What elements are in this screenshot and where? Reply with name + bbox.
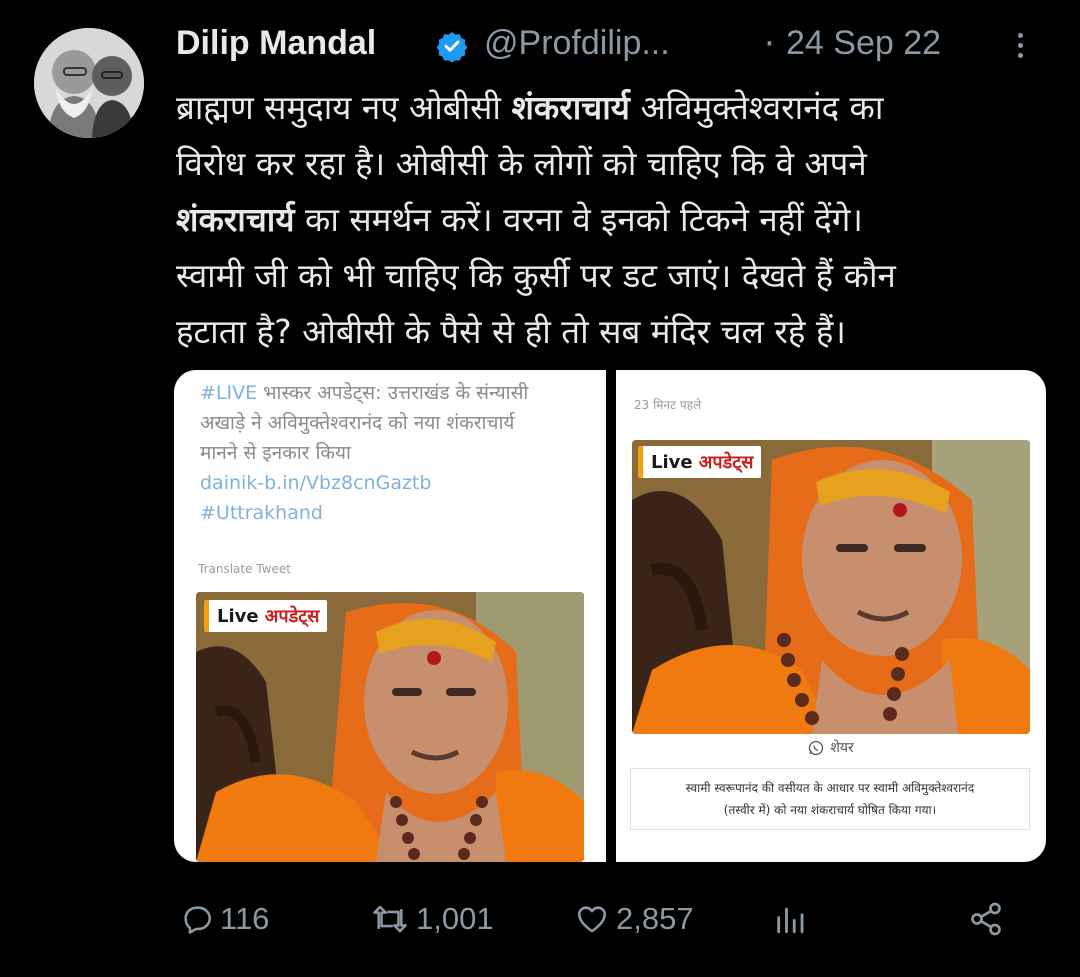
tweet-line-3: शंकराचार्य का समर्थन करें। वरना वे इनको … [176,200,863,239]
tweet-line-2: विरोध कर रहा है। ओबीसी के लोगों को चाहिए… [176,144,867,183]
separator-dot: · [764,24,775,64]
views-icon [777,907,804,934]
like-button[interactable]: 2,857 [574,893,694,945]
reply-button[interactable]: 116 [180,893,269,945]
swami-photo-right [632,440,1030,734]
live-hashtag: #LIVE [200,382,258,404]
embedded-hashtag: #Uttrakhand [200,502,323,524]
tweet-line-5: हटाता है? ओबीसी के पैसे से ही तो सब मंदि… [176,312,846,351]
avatar[interactable] [34,28,144,138]
tweet-line-1: ब्राह्मण समुदाय नए ओबीसी शंकराचार्य अविम… [176,88,884,127]
views-button[interactable] [772,893,808,945]
verified-badge-icon [436,32,468,62]
tweet-date[interactable]: 24 Sep 22 [786,24,941,63]
embedded-tweet-text: #LIVE भास्कर अपडेट्स: उत्तराखंड के संन्य… [200,378,600,528]
whatsapp-icon [809,740,824,755]
tweet-header: Dilip Mandal @Profdilip... · 24 Sep 22 [176,22,1056,72]
author-handle[interactable]: @Profdilip... [484,24,670,63]
avatar-image [34,28,144,138]
translate-tweet-label: Translate Tweet [198,562,291,576]
tweet-media[interactable]: #LIVE भास्कर अपडेट्स: उत्तराखंड के संन्य… [174,370,1046,862]
share-label: शेयर [830,740,854,756]
tweet-line-4: स्वामी जी को भी चाहिए कि कुर्सी पर डट जा… [176,256,896,295]
share-icon [971,902,1001,936]
live-updates-badge-right: Live अपडेट्स [638,446,762,478]
author-name[interactable]: Dilip Mandal [176,24,376,63]
live-updates-badge-left: Live अपडेट्स [204,600,328,632]
retweet-button[interactable]: 1,001 [370,893,494,945]
embedded-link: dainik-b.in/Vbz8cnGaztb [200,472,432,494]
reply-icon [184,906,212,934]
like-icon [577,906,607,933]
share-button[interactable] [968,893,1004,945]
media-image-left[interactable]: #LIVE भास्कर अपडेट्स: उत्तराखंड के संन्य… [174,370,606,862]
time-ago-label: 23 मिनट पहले [634,398,702,412]
more-icon[interactable] [1010,28,1030,64]
tweet-text: ब्राह्मण समुदाय नए ओबीसी शंकराचार्य अविम… [176,80,1056,360]
share-row: शेयर [616,738,1046,757]
reply-count: 116 [220,901,270,936]
media-image-right[interactable]: 23 मिनट पहले Live अपडेट्स शेयर स्वामी स्… [616,370,1046,862]
like-count: 2,857 [616,901,694,936]
photo-caption: स्वामी स्वरूपानंद की वसीयत के आधार पर स्… [630,768,1030,830]
retweet-count: 1,001 [416,901,494,936]
swami-photo-left [196,592,584,862]
tweet-actions: 116 1,001 2,857 [176,893,1056,945]
retweet-icon [373,905,407,933]
